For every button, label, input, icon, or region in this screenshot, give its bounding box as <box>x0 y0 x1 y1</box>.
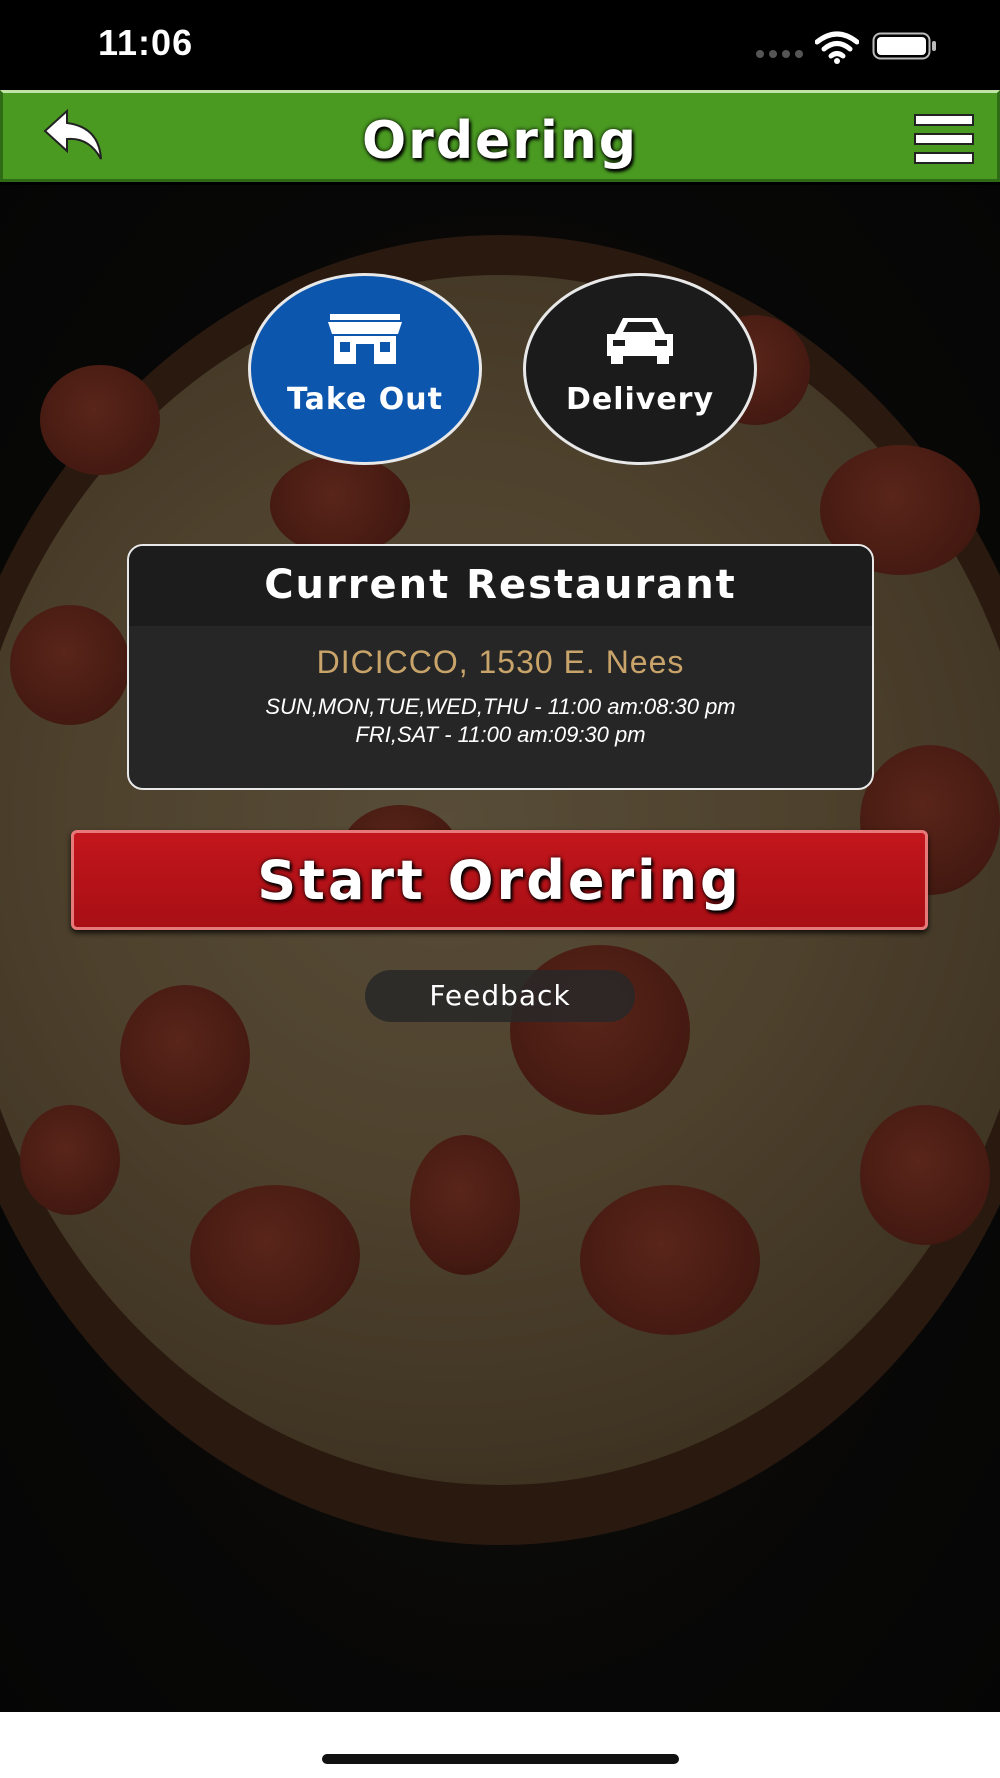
wifi-icon <box>815 31 859 64</box>
hamburger-menu-icon[interactable] <box>913 111 975 167</box>
take-out-label: Take Out <box>287 382 443 417</box>
status-bar: 11:06 <box>0 0 1000 90</box>
status-time: 11:06 <box>98 22 194 63</box>
delivery-button[interactable]: Delivery <box>523 273 757 465</box>
current-restaurant-card[interactable]: Current Restaurant DICICCO, 1530 E. Nees… <box>127 544 874 790</box>
hours-weekday: SUN,MON,TUE,WED,THU - 11:00 am:08:30 pm <box>265 694 736 719</box>
card-heading: Current Restaurant <box>129 546 872 626</box>
home-indicator-area <box>0 1712 1000 1778</box>
storefront-icon <box>328 314 402 364</box>
battery-icon <box>872 32 936 60</box>
restaurant-name: DICICCO, 1530 E. Nees <box>316 644 685 680</box>
pizza-background-image <box>0 185 1000 1712</box>
start-ordering-button[interactable]: Start Ordering <box>71 830 928 930</box>
header-bar: Ordering <box>0 90 1000 182</box>
car-icon <box>607 318 673 364</box>
dark-overlay <box>0 185 1000 1712</box>
feedback-button[interactable]: Feedback <box>365 970 635 1022</box>
page-title: Ordering <box>361 111 639 171</box>
hours-weekend: FRI,SAT - 11:00 am:09:30 pm <box>355 722 646 747</box>
start-ordering-label: Start Ordering <box>257 849 742 912</box>
take-out-button[interactable]: Take Out <box>248 273 482 465</box>
delivery-label: Delivery <box>565 382 715 417</box>
home-indicator[interactable] <box>322 1754 679 1764</box>
signal-dots-icon <box>756 50 803 58</box>
